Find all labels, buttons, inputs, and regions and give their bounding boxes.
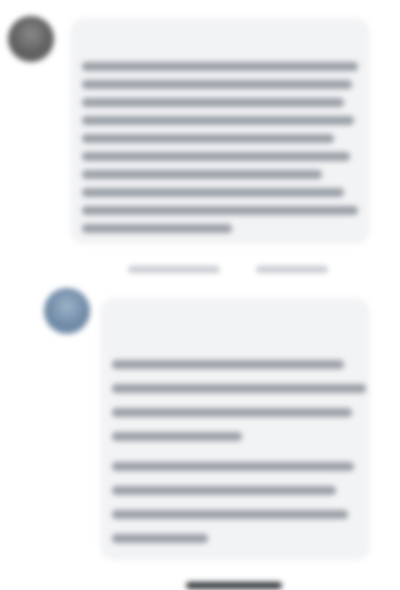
- comment-text-line: [112, 510, 348, 519]
- comment-text-line: [112, 360, 344, 369]
- comment-text-line: [82, 152, 350, 161]
- avatar[interactable]: [44, 288, 90, 334]
- comment-text-line: [112, 534, 208, 543]
- comment-thread: [0, 0, 400, 590]
- comment-text-line: [112, 432, 242, 441]
- comment-text-line: [82, 134, 334, 143]
- comment-text-line: [82, 170, 322, 179]
- comment-text-line: [112, 384, 366, 393]
- reply-link[interactable]: [186, 582, 282, 589]
- comment-text-line: [82, 206, 358, 215]
- like-link[interactable]: [128, 266, 220, 273]
- comment-text-line: [82, 98, 344, 107]
- comment-text-line: [82, 80, 352, 89]
- comment-text-line: [82, 188, 344, 197]
- comment-text-line: [112, 462, 354, 471]
- comment-text-line: [112, 408, 352, 417]
- reply-link[interactable]: [256, 266, 328, 273]
- avatar[interactable]: [8, 16, 54, 62]
- comment-text-line: [82, 116, 354, 125]
- comment-text-line: [82, 62, 358, 71]
- comment-text-line: [82, 224, 232, 233]
- comment-text-line: [112, 486, 336, 495]
- comment-bubble: [100, 298, 370, 560]
